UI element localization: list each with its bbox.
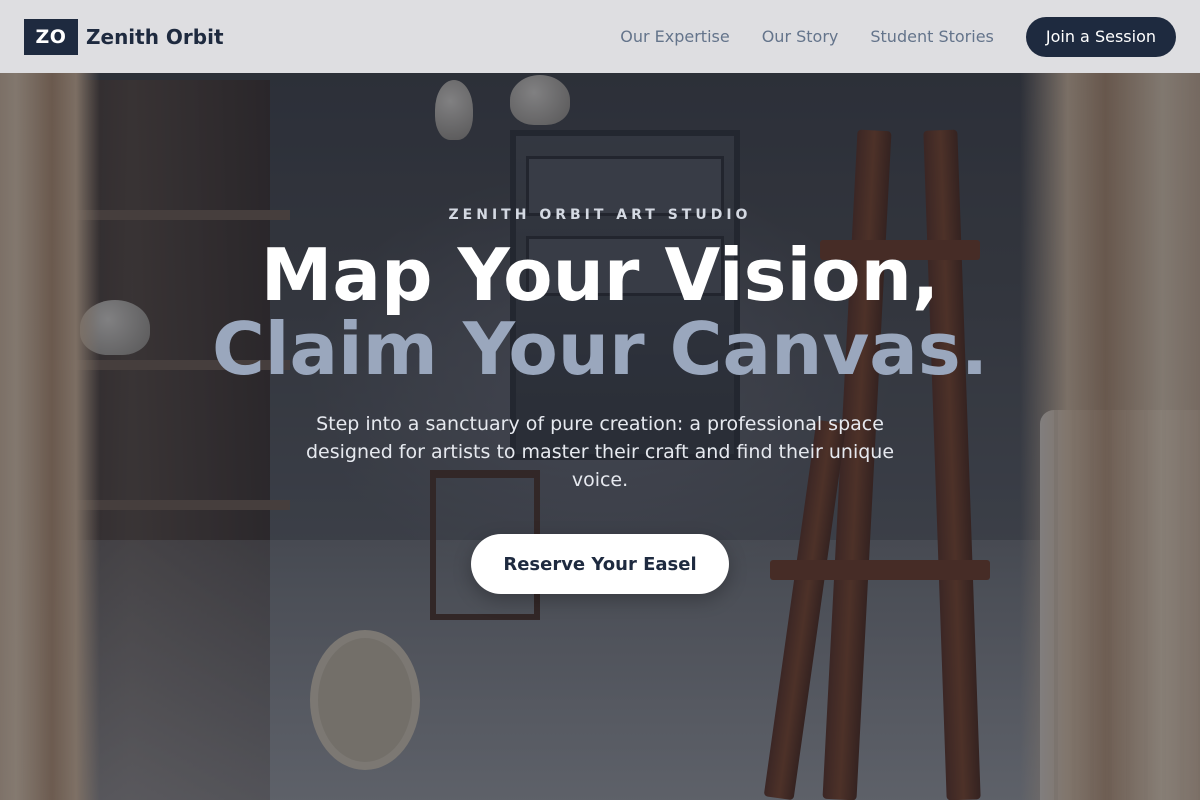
logo-mark: ZO — [24, 18, 78, 55]
reserve-easel-button[interactable]: Reserve Your Easel — [471, 534, 729, 594]
hero-subcopy: Step into a sanctuary of pure creation: … — [305, 413, 895, 491]
hero-headline: Map Your Vision, Claim Your Canvas. — [0, 238, 1200, 386]
nav-link-our-story[interactable]: Our Story — [762, 27, 839, 46]
join-session-button[interactable]: Join a Session — [1025, 16, 1176, 57]
nav-link-student-stories[interactable]: Student Stories — [870, 27, 994, 46]
hero-section: ZENITH ORBIT ART STUDIO Map Your Vision,… — [0, 0, 1200, 800]
hero-eyebrow: ZENITH ORBIT ART STUDIO — [448, 207, 752, 223]
headline-line-1: Map Your Vision, — [260, 233, 940, 317]
brand-name: Zenith Orbit — [86, 24, 224, 49]
brand-logo[interactable]: ZO Zenith Orbit — [24, 18, 224, 55]
nav-link-our-expertise[interactable]: Our Expertise — [620, 27, 729, 46]
headline-line-2: Claim Your Canvas. — [211, 307, 989, 391]
main-nav: Our Expertise Our Story Student Stories … — [620, 16, 1176, 57]
site-header: ZO Zenith Orbit Our Expertise Our Story … — [0, 0, 1200, 73]
